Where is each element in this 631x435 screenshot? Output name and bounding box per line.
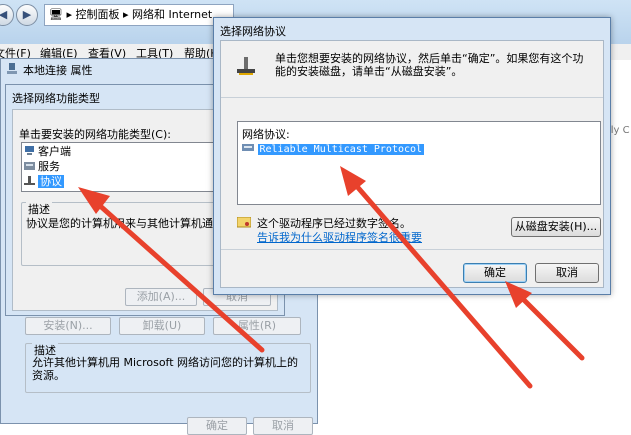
annotation-arrows (78, 166, 585, 389)
arrow-to-ok-button (505, 281, 585, 361)
arrow-to-reliable-multicast (340, 166, 533, 389)
arrow-to-protocol-item (78, 187, 265, 353)
